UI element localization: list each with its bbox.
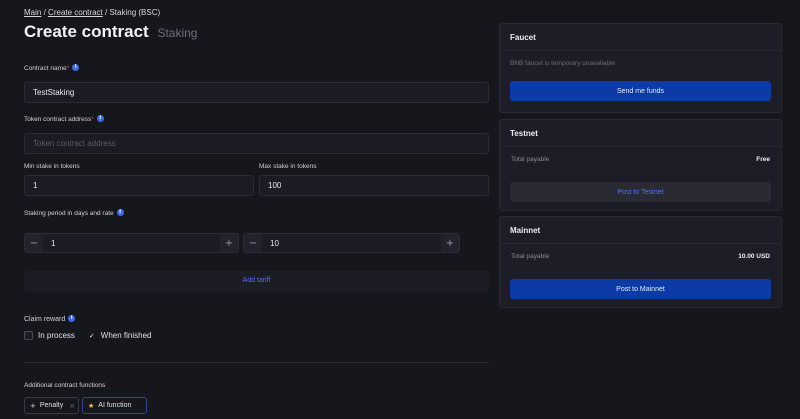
when-finished-label[interactable]: When finished [101,331,152,340]
faucet-message: BNB faucet is temporary unavailable [510,60,616,67]
rate-stepper[interactable]: − 10 + [243,233,460,253]
contract-name-value: TestStaking [33,88,75,97]
info-icon[interactable]: i [68,315,76,322]
faucet-card: Faucet BNB faucet is temporary unavailab… [499,23,782,113]
faucet-title: Faucet [500,24,781,51]
ai-function-chip-label: AI function [98,402,132,409]
days-value: 1 [51,238,56,248]
max-stake-input[interactable]: 100 [259,175,489,196]
breadcrumb-create-link[interactable]: Create contract [48,8,103,17]
minus-icon[interactable]: − [25,234,43,252]
min-stake-input[interactable]: 1 [24,175,254,196]
in-process-checkbox[interactable] [24,331,33,340]
page-subtitle: Staking [157,26,198,40]
testnet-card: Testnet Total payable Free Post to Testn… [499,119,782,211]
close-icon[interactable]: × [69,402,75,410]
add-tariff-button[interactable]: Add tariff [24,270,489,291]
minus-icon[interactable]: − [244,234,262,252]
claim-reward-options: In process ✓ When finished [24,331,151,340]
testnet-payable-label: Total payable [511,155,550,163]
staking-period-label: Staking period in days and rate i [24,209,124,217]
min-stake-label: Min stake in tokens [24,163,80,170]
breadcrumb-main-link[interactable]: Main [24,8,41,17]
testnet-payable-value: Free [756,155,770,163]
min-stake-value: 1 [33,181,38,190]
breadcrumb-separator: / [43,8,46,17]
info-icon[interactable]: i [116,209,124,216]
breadcrumb-current: Staking (BSC) [109,8,161,17]
mainnet-payable-value: 10.00 USD [738,252,770,260]
breadcrumb-separator: / [104,8,108,17]
token-address-input[interactable]: Token contract address [24,133,489,154]
in-process-label[interactable]: In process [38,331,75,340]
staking-period-label-text: Staking period in days and rate [24,210,114,217]
mainnet-title: Mainnet [500,217,781,244]
plus-icon[interactable]: + [441,234,459,252]
page-title: Create contract Staking [24,22,197,42]
penalty-chip[interactable]: + Penalty × [24,397,79,414]
send-funds-button[interactable]: Send me funds [510,81,771,101]
star-icon: ★ [88,401,95,410]
required-mark: * [66,65,70,72]
penalty-chip-label: Penalty [39,402,64,409]
token-address-label-text: Token contract address [24,116,92,123]
ai-function-chip[interactable]: ★ AI function [82,397,147,414]
post-testnet-button[interactable]: Post to Testnet [510,182,771,202]
plus-icon: + [30,401,36,410]
token-address-label: Token contract address* i [24,115,104,123]
contract-name-label-text: Contract name [24,65,67,72]
claim-reward-label-text: Claim reward [24,316,66,323]
testnet-title: Testnet [500,120,781,147]
claim-reward-label: Claim reward i [24,315,76,323]
post-mainnet-button[interactable]: Post to Mainnet [510,279,771,299]
required-mark: * [91,116,94,123]
contract-name-label: Contract name* i [24,64,80,72]
rate-value: 10 [270,238,279,248]
check-icon: ✓ [88,331,95,340]
plus-icon[interactable]: + [220,234,238,252]
mainnet-card: Mainnet Total payable 10.00 USD Post to … [499,216,782,308]
mainnet-payable-label: Total payable [511,252,550,260]
token-address-placeholder: Token contract address [33,139,116,148]
days-stepper[interactable]: − 1 + [24,233,239,253]
contract-name-input[interactable]: TestStaking [24,82,489,103]
additional-functions-label: Additional contract functions [24,382,106,389]
max-stake-label: Max stake in tokens [259,163,317,170]
breadcrumb: Main / Create contract / Staking (BSC) [24,8,160,17]
info-icon[interactable]: i [72,64,80,71]
testnet-payable-row: Total payable Free [500,147,781,171]
max-stake-value: 100 [268,181,282,190]
mainnet-payable-row: Total payable 10.00 USD [500,244,781,268]
info-icon[interactable]: i [96,115,104,122]
page-title-text: Create contract [24,22,149,41]
divider [24,362,489,363]
